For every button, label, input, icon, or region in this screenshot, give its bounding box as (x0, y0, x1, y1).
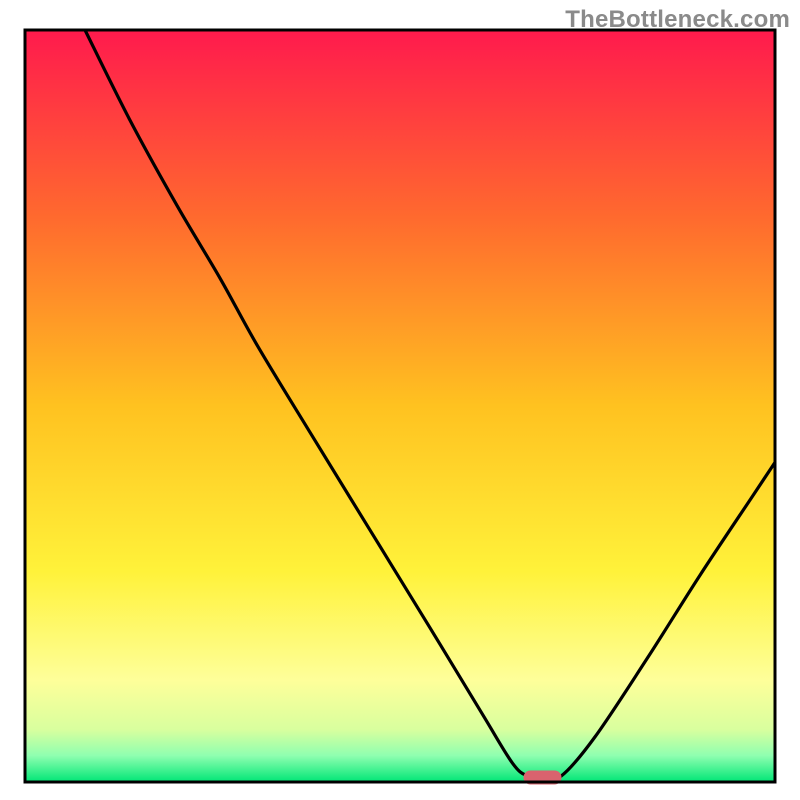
watermark-text: TheBottleneck.com (565, 6, 790, 34)
bottleneck-chart (0, 0, 800, 800)
gradient-background (25, 30, 775, 782)
plot-area (25, 30, 775, 784)
